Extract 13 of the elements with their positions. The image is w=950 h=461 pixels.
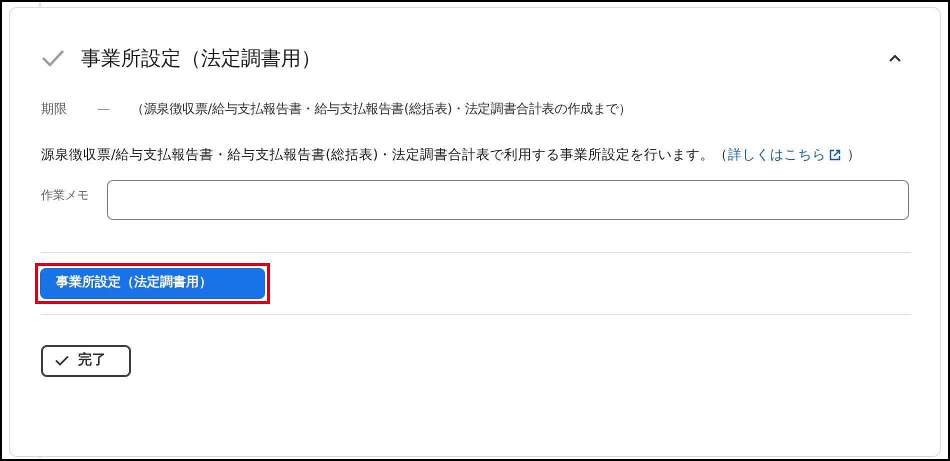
chevron-icon	[888, 54, 902, 62]
memo-field[interactable]	[106, 180, 909, 220]
deadline-dash: —	[97, 101, 111, 119]
deadline-note: （源泉徴収票/給与支払報告書・給与支払報告書(総括表)・法定調書合計表の作成まで）	[131, 101, 632, 119]
check-icon	[55, 355, 69, 366]
memo-label: 作業メモ	[41, 186, 90, 204]
task-title: 事業所設定（法定調書用）	[81, 45, 321, 72]
description-text: 源泉徴収票/給与支払報告書・給与支払報告書(総括表)・法定調書合計表で利用する事業所設定を行います。（詳しくはこちら ）	[41, 142, 901, 168]
office-settings-button[interactable]: 事業所設定（法定調書用）	[40, 268, 265, 298]
details-link[interactable]: 詳しくはこちら	[728, 142, 842, 168]
external-link-icon	[829, 148, 842, 160]
complete-button[interactable]: 完了	[41, 344, 131, 376]
deadline-label: 期限	[41, 101, 68, 119]
